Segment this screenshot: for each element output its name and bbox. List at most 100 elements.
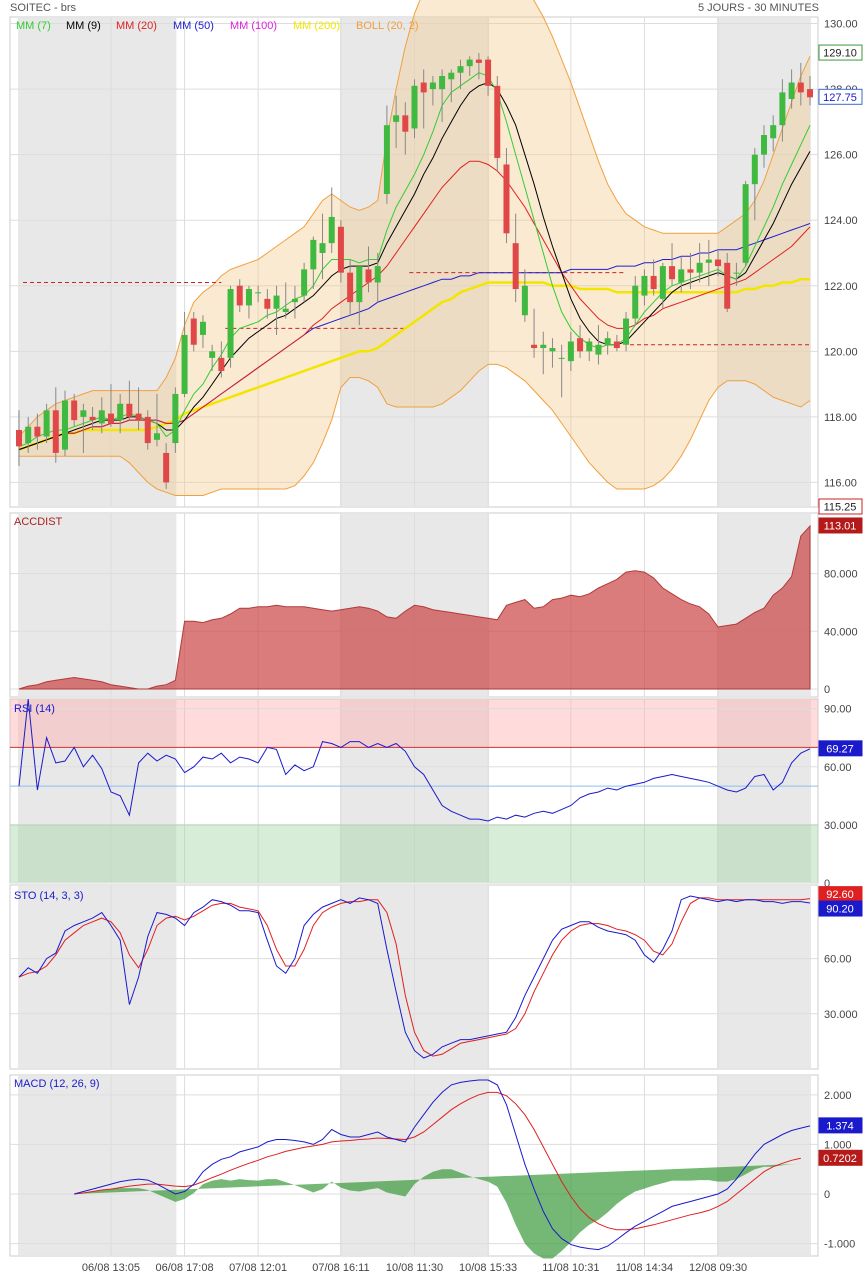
candle-body: [797, 82, 804, 93]
candle-body: [337, 226, 344, 273]
candle-body: [383, 125, 390, 194]
candle-body: [34, 426, 41, 437]
candle-body: [16, 429, 22, 447]
x-tick-label: 06/08 17:08: [155, 1262, 213, 1274]
price-high-tag: 129.10: [818, 44, 863, 61]
stochastic-d-tag-text: 92.60: [826, 889, 854, 901]
candle-body: [126, 403, 133, 417]
candle-body: [209, 351, 216, 358]
candle-body: [503, 164, 510, 234]
candle-body: [71, 400, 78, 421]
candle-body: [457, 66, 464, 73]
candle-body: [742, 184, 749, 263]
candle-body: [751, 154, 758, 185]
candle-body: [439, 75, 446, 90]
stock-chart[interactable]: 116.00118.00120.00122.00124.00126.00128.…: [0, 0, 864, 1278]
candle-body: [779, 92, 786, 126]
candle-body: [310, 239, 317, 270]
accdist-label: ACCDIST: [14, 516, 63, 528]
candle-body: [485, 59, 492, 86]
legend-entry: MM (9): [66, 20, 101, 32]
candle-body: [236, 285, 243, 306]
candle-body: [650, 275, 657, 290]
candle-body: [218, 357, 225, 371]
y-tick-label: 0: [824, 1189, 830, 1201]
macd-signal-tag: 0.7202: [818, 1149, 863, 1166]
legend-entry: MM (20): [116, 20, 157, 32]
rsi-last-tag: 69.27: [818, 740, 863, 757]
y-tick-label: -1.000: [824, 1239, 855, 1251]
x-tick-label: 07/08 12:01: [229, 1262, 287, 1274]
candle-body: [245, 289, 252, 306]
candle-body: [623, 318, 630, 345]
candle-body: [770, 125, 777, 139]
candle-body: [25, 426, 32, 444]
candle-body: [512, 243, 519, 290]
candle-body: [641, 275, 648, 296]
y-tick-label: 130.00: [824, 19, 858, 31]
candle-body: [466, 59, 473, 67]
candle-body: [356, 266, 363, 303]
price-last-tag-text: 127.75: [823, 92, 857, 104]
candle-body: [595, 344, 602, 355]
candle-body: [521, 285, 528, 316]
candle-body: [429, 82, 436, 90]
candle-body: [393, 115, 400, 122]
candle-body: [291, 298, 298, 303]
candle-body: [273, 295, 280, 309]
y-tick-label: 2.000: [824, 1090, 852, 1102]
y-tick-label: 1.000: [824, 1139, 852, 1151]
accdist-last-tag: 113.01: [818, 517, 863, 534]
candle-body: [328, 216, 335, 244]
candle-body: [199, 321, 206, 335]
rsi-last-tag-text: 69.27: [826, 743, 854, 755]
candle-body: [135, 413, 142, 421]
candle-body: [733, 272, 740, 274]
candle-body: [43, 410, 50, 437]
x-tick-label: 10/08 11:30: [386, 1262, 443, 1274]
candle-body: [107, 413, 114, 424]
macd-last-tag-text: 1.374: [826, 1120, 854, 1132]
candle-body: [172, 393, 179, 444]
candle-body: [411, 85, 418, 129]
candle-body: [153, 433, 160, 440]
candle-body: [678, 269, 685, 283]
candle-body: [255, 292, 262, 294]
y-tick-label: 30.000: [824, 1009, 858, 1021]
y-tick-label: 40.000: [824, 626, 858, 638]
candle-body: [604, 338, 611, 345]
candle-body: [301, 269, 308, 296]
y-tick-label: 60.00: [824, 762, 852, 774]
candle-body: [761, 134, 768, 155]
macd-last-tag: 1.374: [818, 1117, 863, 1134]
x-tick-label: 11/08 10:31: [542, 1262, 599, 1274]
y-tick-label: 122.00: [824, 281, 858, 293]
rsi-overbought-zone: [10, 699, 818, 748]
rsi-oversold-zone: [10, 824, 818, 883]
rsi-label: RSI (14): [14, 703, 55, 715]
candle-body: [494, 85, 501, 158]
y-tick-label: 116.00: [824, 477, 857, 489]
candle-body: [181, 334, 188, 394]
candle-body: [788, 82, 795, 99]
candle-body: [52, 410, 59, 453]
macd-label: MACD (12, 26, 9): [14, 1078, 100, 1090]
x-tick-label: 07/08 16:11: [312, 1262, 369, 1274]
x-tick-label: 06/08 13:05: [82, 1262, 140, 1274]
candle-body: [613, 341, 620, 349]
stochastic-k-tag: 90.20: [818, 900, 863, 917]
candle-body: [632, 285, 639, 319]
candle-body: [659, 266, 666, 299]
candle-body: [402, 115, 409, 132]
candle-body: [724, 262, 731, 309]
y-tick-label: 124.00: [824, 215, 858, 227]
candle-body: [347, 272, 354, 303]
candle-body: [163, 452, 170, 483]
session-shade: [18, 886, 177, 1068]
price-low-tag: 115.25: [818, 498, 863, 515]
candle-body: [475, 59, 482, 63]
candle-body: [374, 266, 381, 283]
stochastic-label: STO (14, 3, 3): [14, 890, 84, 902]
price-last-tag: 127.75: [818, 88, 863, 105]
y-tick-label: 126.00: [824, 150, 858, 162]
